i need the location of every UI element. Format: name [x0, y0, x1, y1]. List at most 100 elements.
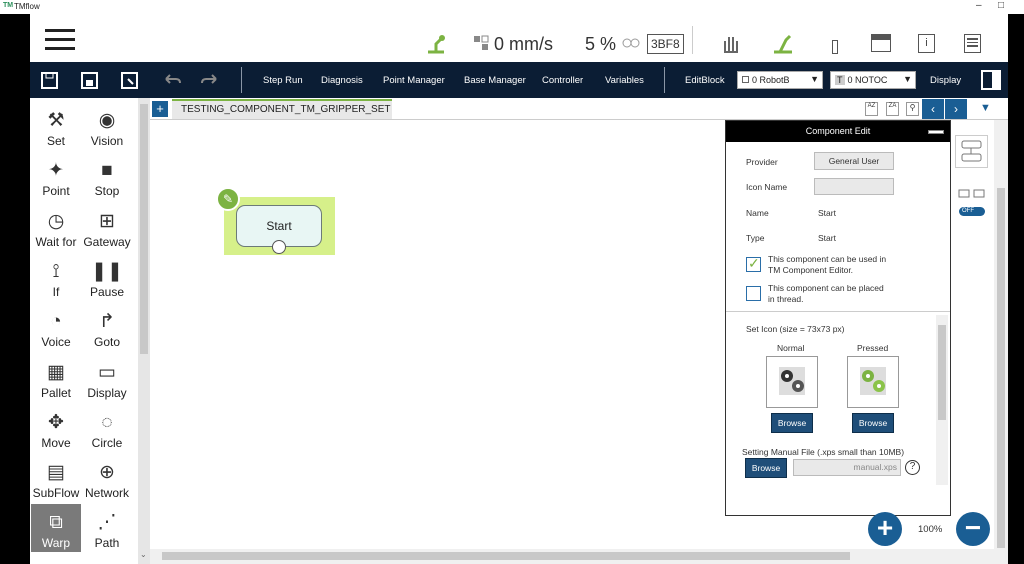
tool-goto[interactable]: ↱ Goto: [82, 303, 132, 351]
checkmark-icon: ✓: [748, 255, 760, 271]
hand-guide-icon[interactable]: [720, 32, 740, 54]
thread-placeable-checkbox[interactable]: [746, 286, 761, 301]
zoom-out-button[interactable]: −: [956, 512, 990, 546]
thread-switch[interactable]: OFF: [959, 207, 985, 216]
robot-base-select[interactable]: 0 RobotB ▼: [737, 71, 823, 89]
tool-if[interactable]: ⟟ If: [31, 253, 81, 301]
layout-toggle-icon[interactable]: [981, 70, 1001, 90]
thread-toggle[interactable]: OFF: [957, 188, 987, 218]
tool-label: If: [52, 284, 60, 299]
canvas-horizontal-scrollbar[interactable]: [150, 549, 994, 564]
tool-path[interactable]: ⋰ Path: [82, 504, 132, 552]
icon-name-field[interactable]: [814, 178, 894, 195]
maximize-button[interactable]: □: [998, 0, 1004, 11]
thread-icon: [958, 189, 985, 198]
tool-gateway[interactable]: ⊞ Gateway: [82, 203, 132, 251]
browse-manual-button[interactable]: Browse: [745, 458, 787, 478]
tool-pause[interactable]: ❚❚ Pause: [82, 253, 132, 301]
sort-za-icon[interactable]: ZA: [886, 102, 899, 116]
zoom-level: 100%: [918, 524, 943, 535]
tool-circle[interactable]: ◌ Circle: [82, 404, 132, 452]
tool-warp[interactable]: ⧉ Warp: [31, 504, 81, 553]
tool-point[interactable]: ✦ Point: [31, 152, 81, 200]
edit-pencil-icon[interactable]: ✎: [216, 187, 240, 211]
name-label: Name: [746, 208, 769, 218]
info-icon[interactable]: i: [918, 34, 935, 53]
undo-icon[interactable]: [162, 70, 182, 90]
canvas-vertical-scrollbar[interactable]: [994, 120, 1008, 564]
normal-icon-preview[interactable]: [766, 356, 818, 408]
log-icon[interactable]: [964, 34, 981, 53]
save-icon[interactable]: [80, 70, 100, 90]
flow-view-toggle[interactable]: [955, 135, 988, 168]
thread-placeable-line1: This component can be placed: [768, 283, 884, 293]
redo-icon[interactable]: [200, 70, 220, 90]
tool-pallet[interactable]: ▦ Pallet: [31, 354, 81, 402]
tool-wait-for[interactable]: ◷ Wait for: [31, 203, 81, 251]
tool-label: Gateway: [83, 234, 131, 249]
browse-pressed-button[interactable]: Browse: [852, 413, 894, 433]
tool-label: SubFlow: [32, 486, 80, 501]
menu-button[interactable]: [45, 29, 75, 51]
add-tab-button[interactable]: +: [152, 101, 168, 117]
help-icon[interactable]: ?: [905, 460, 920, 475]
diagnosis-button[interactable]: Diagnosis: [321, 75, 363, 86]
scroll-left-button[interactable]: ‹: [922, 99, 944, 119]
step-run-button[interactable]: Step Run: [263, 75, 303, 86]
speed-adjust-icon[interactable]: [622, 36, 640, 50]
palette-scrollbar[interactable]: ⌄: [138, 98, 150, 564]
point-manager-button[interactable]: Point Manager: [383, 75, 445, 86]
sort-az-icon[interactable]: AZ: [865, 102, 878, 116]
tab-dropdown-icon[interactable]: ▼: [980, 102, 991, 114]
tool-voice[interactable]: ◔ Voice: [31, 303, 81, 351]
browse-normal-button[interactable]: Browse: [771, 413, 813, 433]
editblock-button[interactable]: EditBlock: [685, 75, 725, 86]
editor-usable-line2: TM Component Editor.: [768, 265, 854, 275]
io-panel-icon[interactable]: [871, 34, 891, 52]
tool-label: Goto: [93, 335, 120, 350]
base-manager-button[interactable]: Base Manager: [464, 75, 526, 86]
tool-label: Wait for: [35, 234, 77, 249]
manual-file-label: Setting Manual File (.xps small than 10M…: [742, 447, 905, 457]
controller-button[interactable]: Controller: [542, 75, 583, 86]
manual-file-field[interactable]: manual.xps: [793, 459, 901, 476]
node-output-port[interactable]: [272, 240, 286, 254]
editor-usable-checkbox[interactable]: ✓: [746, 255, 761, 272]
collapse-icon[interactable]: [928, 130, 944, 134]
teach-pendant-icon[interactable]: [832, 40, 838, 54]
project-tab[interactable]: TESTING_COMPONENT_TM_GRIPPER_SET: [172, 99, 392, 119]
robot-network-icon[interactable]: [772, 32, 794, 54]
tool-label: Vision: [90, 134, 124, 148]
provider-field[interactable]: General User: [814, 152, 894, 170]
tool-move[interactable]: ✥ Move: [31, 404, 81, 452]
tool-label: Voice: [41, 335, 71, 350]
tool-subflow[interactable]: ▤ SubFlow: [31, 454, 81, 502]
search-icon[interactable]: ⚲: [906, 102, 919, 116]
tool-select[interactable]: T0 NOTOC ▼: [830, 71, 916, 89]
pressed-icon-preview[interactable]: [847, 356, 899, 408]
gears-icon: [860, 367, 886, 395]
new-project-icon[interactable]: [40, 70, 60, 90]
chevron-down-icon[interactable]: ⌄: [140, 550, 147, 559]
tool-network[interactable]: ⊕ Network: [82, 454, 132, 502]
display-button[interactable]: Display: [930, 75, 961, 86]
tool-label: Point: [42, 184, 70, 199]
tool-vision[interactable]: ◉ Vision: [82, 102, 132, 150]
zoom-in-button[interactable]: +: [868, 512, 902, 546]
panel-scrollbar[interactable]: [936, 315, 948, 485]
if-icon: ⟟: [52, 260, 60, 282]
tool-display[interactable]: ▭ Display: [82, 354, 132, 402]
set-icon-label: Set Icon (size = 73x73 px): [746, 324, 845, 334]
variables-button[interactable]: Variables: [605, 75, 644, 86]
window-title: TMflow: [14, 2, 40, 11]
flow-layout-icon: [961, 140, 982, 162]
tool-badge: T: [835, 75, 845, 85]
tool-stop[interactable]: ■ Stop: [82, 152, 132, 200]
minimize-button[interactable]: –: [976, 0, 982, 11]
tool-set[interactable]: ⚒ Set: [31, 102, 81, 150]
save-as-icon[interactable]: [120, 70, 140, 90]
panel-header: Component Edit: [726, 121, 950, 142]
tool-label: Display: [87, 385, 127, 400]
point-icon: ✦: [48, 160, 64, 182]
scroll-right-button[interactable]: ›: [945, 99, 967, 119]
